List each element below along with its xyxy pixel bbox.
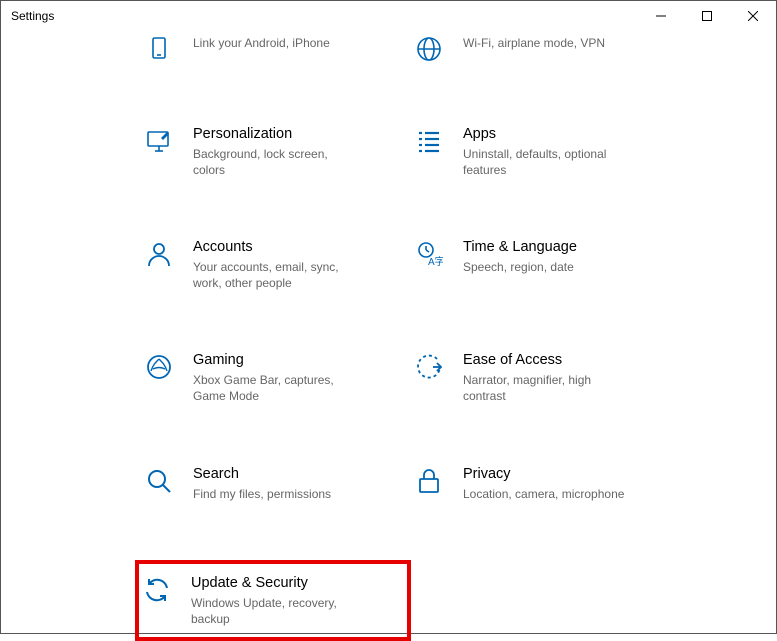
apps-icon bbox=[413, 125, 445, 157]
item-label: Apps bbox=[463, 125, 679, 144]
item-desc: Uninstall, defaults, optional features bbox=[463, 146, 633, 178]
settings-item-network[interactable]: Wi-Fi, airplane mode, VPN bbox=[411, 31, 681, 67]
personalization-icon bbox=[143, 125, 175, 157]
update-security-icon bbox=[141, 574, 173, 606]
item-label: Privacy bbox=[463, 465, 679, 484]
maximize-button[interactable] bbox=[684, 1, 730, 31]
minimize-button[interactable] bbox=[638, 1, 684, 31]
item-desc: Xbox Game Bar, captures, Game Mode bbox=[193, 372, 363, 404]
close-button[interactable] bbox=[730, 1, 776, 31]
accounts-icon bbox=[143, 238, 175, 270]
item-desc: Your accounts, email, sync, work, other … bbox=[193, 259, 363, 291]
search-icon bbox=[143, 465, 175, 497]
settings-item-apps[interactable]: Apps Uninstall, defaults, optional featu… bbox=[411, 123, 681, 180]
settings-item-accounts[interactable]: Accounts Your accounts, email, sync, wor… bbox=[141, 236, 411, 293]
time-language-icon: A字 bbox=[413, 238, 445, 270]
settings-item-search[interactable]: Search Find my files, permissions bbox=[141, 463, 411, 504]
item-desc: Narrator, magnifier, high contrast bbox=[463, 372, 633, 404]
gaming-icon bbox=[143, 351, 175, 383]
svg-text:A字: A字 bbox=[428, 255, 443, 268]
item-label: Update & Security bbox=[191, 574, 401, 593]
item-label: Time & Language bbox=[463, 238, 679, 257]
item-label: Gaming bbox=[193, 351, 409, 370]
settings-item-ease-of-access[interactable]: Ease of Access Narrator, magnifier, high… bbox=[411, 349, 681, 406]
settings-item-personalization[interactable]: Personalization Background, lock screen,… bbox=[141, 123, 411, 180]
privacy-icon bbox=[413, 465, 445, 497]
settings-item-gaming[interactable]: Gaming Xbox Game Bar, captures, Game Mod… bbox=[141, 349, 411, 406]
item-label: Search bbox=[193, 465, 409, 484]
globe-icon bbox=[413, 33, 445, 65]
item-desc: Location, camera, microphone bbox=[463, 486, 633, 502]
item-desc: Find my files, permissions bbox=[193, 486, 363, 502]
item-desc: Link your Android, iPhone bbox=[193, 35, 363, 51]
item-label: Ease of Access bbox=[463, 351, 679, 370]
phone-icon bbox=[143, 33, 175, 65]
settings-item-update-security[interactable]: Update & Security Windows Update, recove… bbox=[135, 560, 411, 641]
settings-content: Link your Android, iPhone Wi-Fi, airplan… bbox=[1, 31, 776, 641]
titlebar: Settings bbox=[1, 1, 776, 31]
window-title: Settings bbox=[11, 9, 54, 23]
settings-item-time-language[interactable]: A字 Time & Language Speech, region, date bbox=[411, 236, 681, 293]
item-desc: Speech, region, date bbox=[463, 259, 633, 275]
ease-of-access-icon bbox=[413, 351, 445, 383]
settings-item-privacy[interactable]: Privacy Location, camera, microphone bbox=[411, 463, 681, 504]
item-label: Accounts bbox=[193, 238, 409, 257]
settings-item-phone[interactable]: Link your Android, iPhone bbox=[141, 31, 411, 67]
item-desc: Wi-Fi, airplane mode, VPN bbox=[463, 35, 633, 51]
item-desc: Windows Update, recovery, backup bbox=[191, 595, 361, 627]
item-label: Personalization bbox=[193, 125, 409, 144]
item-desc: Background, lock screen, colors bbox=[193, 146, 363, 178]
